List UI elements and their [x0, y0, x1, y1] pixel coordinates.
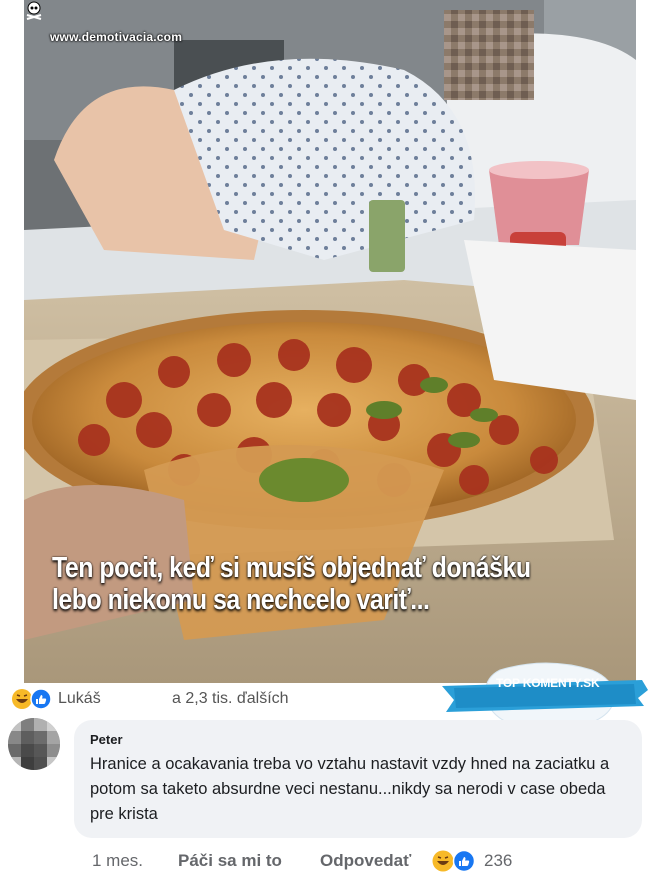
like-button[interactable]: Páči sa mi to — [178, 851, 282, 871]
photo-caption: Ten pocit, keď si musíš objednať donášku… — [52, 552, 551, 616]
comment-actions: 1 mes. Páči sa mi to Odpovedať 236 — [0, 846, 658, 876]
watermark: www.demotivacia.com — [50, 30, 183, 44]
comment-text: Hranice a ocakavania treba vo vztahu nas… — [90, 755, 610, 823]
like-thumb-icon — [30, 688, 52, 710]
skull-logo-icon — [26, 1, 42, 20]
like-thumb-icon — [452, 849, 476, 873]
comment-bubble: Peter Hranice a ocakavania treba vo vzta… — [74, 720, 642, 838]
reactor-others[interactable]: a 2,3 tis. ďalších — [172, 690, 289, 708]
comment-reaction-icons[interactable] — [432, 849, 478, 873]
laugh-emoji-icon — [12, 689, 32, 709]
post-photo[interactable]: www.demotivacia.com Ten pocit, keď si mu… — [24, 0, 636, 683]
caption-line-1: Ten pocit, keď si musíš objednať donášku — [52, 552, 531, 584]
caption-line-2: lebo niekomu sa nechcelo variť... — [52, 584, 430, 616]
comment-author[interactable]: Peter — [90, 732, 123, 747]
reactor-name[interactable]: Lukáš — [58, 690, 101, 708]
avatar[interactable] — [8, 718, 60, 770]
comment-time[interactable]: 1 mes. — [92, 851, 143, 871]
reaction-icons — [12, 688, 52, 710]
reply-button[interactable]: Odpovedať — [320, 851, 411, 871]
top-komenty-label: TOP KOMENTY.SK — [496, 676, 600, 690]
laugh-emoji-icon — [432, 850, 454, 872]
reaction-count[interactable]: 236 — [484, 851, 512, 871]
